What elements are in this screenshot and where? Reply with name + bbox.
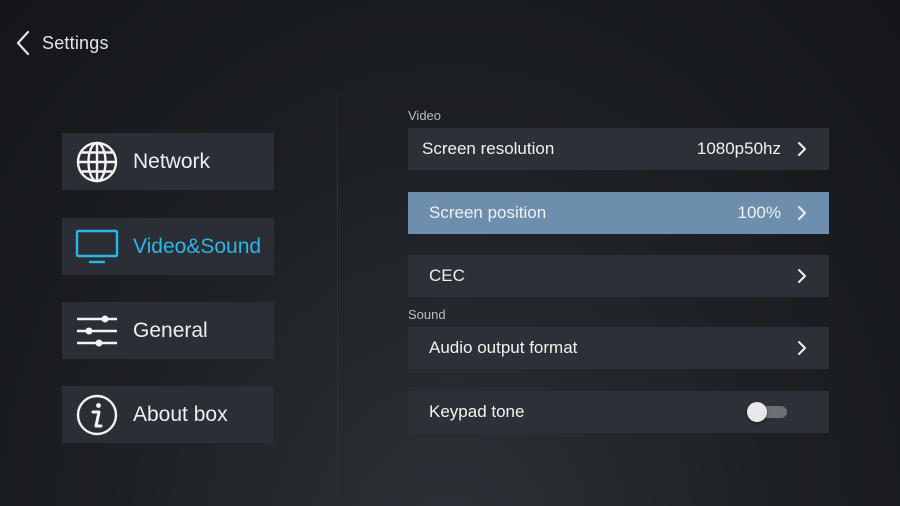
chevron-right-icon	[797, 267, 809, 285]
screen-resolution-row[interactable]: Screen resolution 1080p50hz	[408, 128, 829, 170]
chevron-right-icon	[797, 204, 809, 222]
sidebar-item-label: About box	[133, 402, 228, 426]
sliders-icon	[74, 308, 120, 354]
sidebar-item-network[interactable]: Network	[62, 133, 274, 190]
section-label-video: Video	[408, 108, 442, 123]
keypad-tone-toggle[interactable]	[747, 402, 789, 422]
chevron-right-icon	[797, 339, 809, 357]
back-button[interactable]	[12, 28, 34, 58]
row-label: Audio output format	[429, 338, 578, 357]
sidebar-item-label: Video&Sound	[133, 234, 262, 258]
sidebar-item-label: General	[133, 318, 208, 342]
divider	[337, 95, 338, 500]
chevron-left-icon	[16, 30, 30, 56]
sidebar-item-label: Network	[133, 149, 211, 173]
chevron-right-icon	[797, 140, 809, 158]
monitor-icon	[74, 224, 120, 270]
page-title: Settings	[42, 32, 109, 53]
row-value: 1080p50hz	[696, 139, 781, 158]
row-value: 100%	[737, 203, 781, 222]
globe-icon	[74, 139, 120, 185]
row-label: Screen position	[429, 203, 547, 222]
section-label-sound: Sound	[408, 307, 446, 322]
screen-position-row[interactable]: Screen position 100%	[408, 192, 829, 234]
audio-output-format-row[interactable]: Audio output format	[408, 327, 829, 369]
header: Settings	[12, 26, 109, 60]
row-label: Keypad tone	[429, 402, 525, 421]
row-label: CEC	[429, 266, 465, 285]
info-icon	[74, 392, 120, 438]
sidebar-item-video-sound[interactable]: Video&Sound	[62, 218, 274, 275]
row-label: Screen resolution	[422, 139, 555, 158]
sidebar-item-general[interactable]: General	[62, 302, 274, 359]
keypad-tone-row[interactable]: Keypad tone	[408, 391, 829, 433]
cec-row[interactable]: CEC	[408, 255, 829, 297]
sidebar-item-about-box[interactable]: About box	[62, 386, 274, 443]
toggle-knob	[747, 402, 767, 422]
